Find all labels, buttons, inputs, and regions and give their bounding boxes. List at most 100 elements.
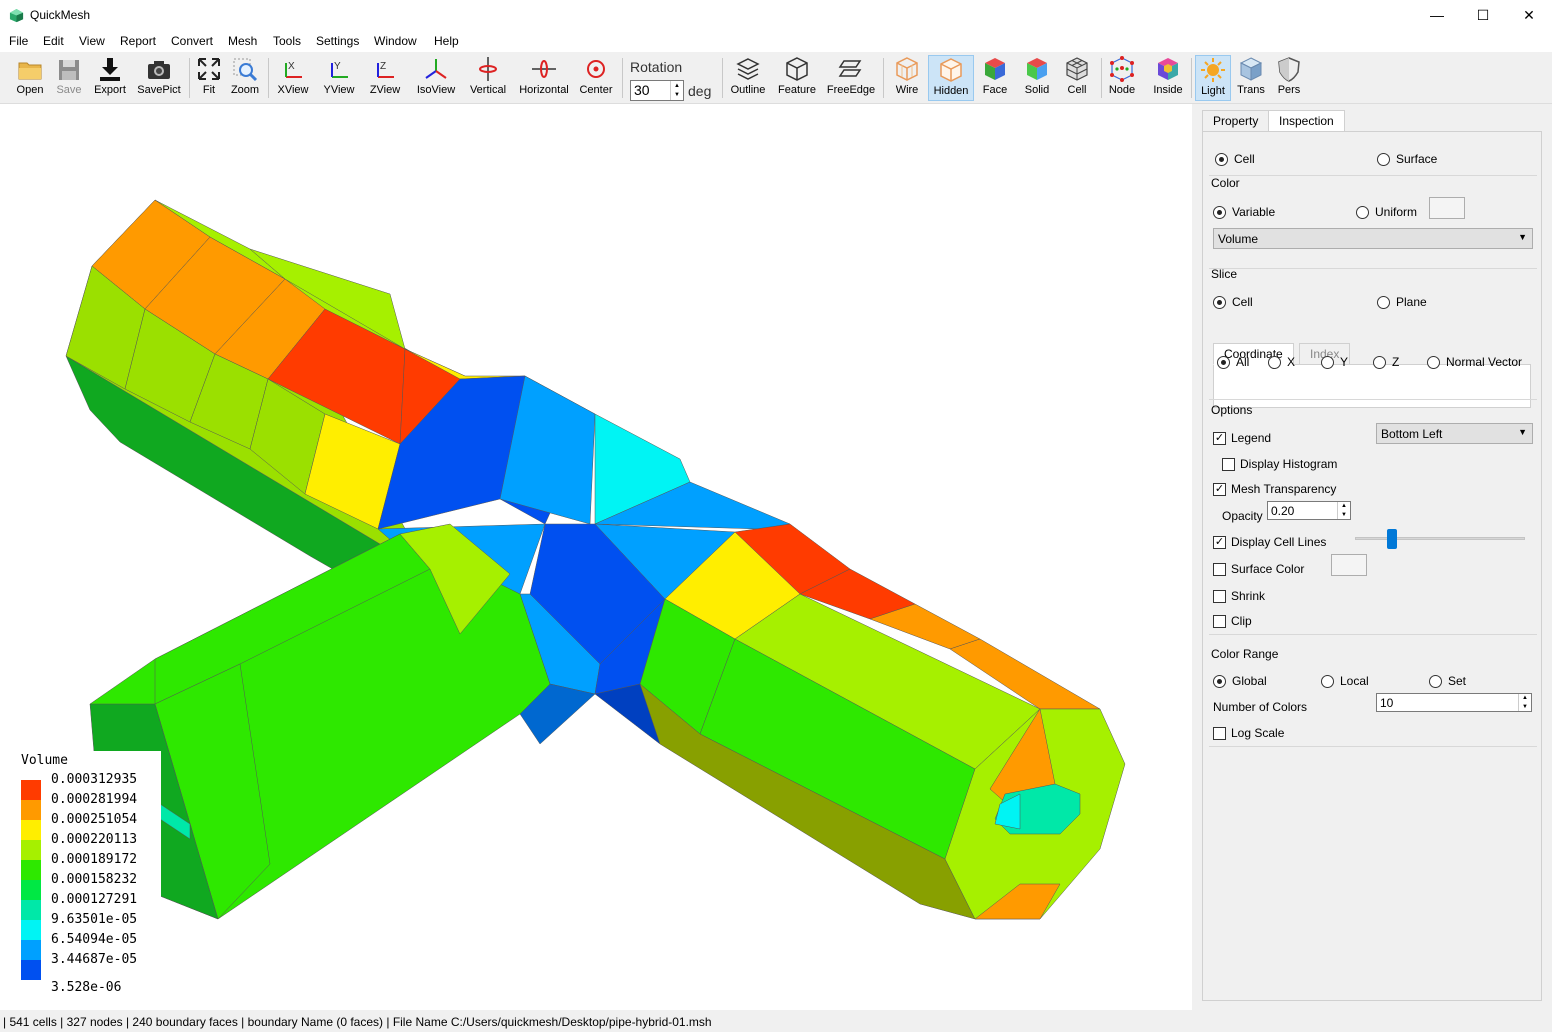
face-cube-icon bbox=[985, 58, 1005, 80]
light-button[interactable]: Light bbox=[1195, 55, 1231, 101]
maximize-button[interactable]: ☐ bbox=[1460, 0, 1506, 30]
color-group-title: Color bbox=[1211, 176, 1240, 190]
fit-button[interactable]: Fit bbox=[196, 55, 222, 101]
freeedge-button[interactable]: FreeEdge bbox=[826, 55, 876, 101]
inside-button[interactable]: Inside bbox=[1150, 55, 1186, 101]
tab-inspection[interactable]: Inspection bbox=[1268, 110, 1345, 132]
legend-checkbox[interactable]: ✓ Legend bbox=[1213, 431, 1271, 445]
transparent-cube-icon bbox=[1239, 57, 1263, 81]
opacity-spinner[interactable]: ▲ ▼ bbox=[1337, 502, 1350, 519]
export-button[interactable]: Export bbox=[92, 55, 128, 101]
range-local-radio[interactable]: Local bbox=[1321, 674, 1369, 688]
face-button[interactable]: Face bbox=[980, 55, 1010, 101]
legend-position-select[interactable]: Bottom Left ▼ bbox=[1376, 423, 1533, 444]
spin-up-icon: ▲ bbox=[1522, 695, 1528, 702]
minimize-button[interactable]: — bbox=[1414, 0, 1460, 30]
target-surface-radio[interactable]: Surface bbox=[1377, 152, 1437, 166]
camera-icon bbox=[148, 61, 170, 79]
color-uniform-radio[interactable]: Uniform bbox=[1356, 205, 1417, 219]
color-legend: Volume 0.000312935 0.000281994 0.000251054… bbox=[17, 751, 161, 999]
surface-color-checkbox[interactable]: Surface Color bbox=[1213, 562, 1304, 576]
rotation-label: Rotation bbox=[630, 59, 683, 75]
center-button[interactable]: Center bbox=[576, 55, 616, 101]
hidden-line-cube-icon bbox=[940, 58, 962, 82]
tab-property[interactable]: Property bbox=[1202, 110, 1270, 132]
isoview-button[interactable]: IsoView bbox=[414, 55, 458, 101]
legend-value: 9.63501e-05 bbox=[51, 912, 138, 927]
xview-button[interactable]: X XView bbox=[276, 55, 310, 101]
num-colors-spinner[interactable]: ▲ ▼ bbox=[1518, 694, 1531, 711]
zoom-button[interactable]: Zoom bbox=[230, 55, 260, 101]
horizontal-rotate-icon bbox=[532, 60, 556, 78]
inspection-panel: Property Inspection Cell Surface Color V… bbox=[1200, 104, 1552, 1010]
toolbar-separator bbox=[622, 58, 623, 98]
vertical-rotate-button[interactable]: Vertical bbox=[466, 55, 510, 101]
save-button[interactable]: Save bbox=[52, 55, 86, 101]
menu-mesh[interactable]: Mesh bbox=[228, 34, 257, 48]
rotation-spinner[interactable]: ▲ ▼ bbox=[670, 81, 683, 100]
num-colors-input[interactable]: 10 ▲ ▼ bbox=[1376, 693, 1532, 712]
range-set-radio[interactable]: Set bbox=[1429, 674, 1466, 688]
coord-z-radio[interactable]: Z bbox=[1373, 355, 1399, 369]
svg-text:X: X bbox=[288, 61, 295, 72]
fit-view-icon bbox=[198, 58, 220, 80]
range-global-radio[interactable]: Global bbox=[1213, 674, 1267, 688]
feature-button[interactable]: Feature bbox=[776, 55, 818, 101]
yview-button[interactable]: Y YView bbox=[322, 55, 356, 101]
solid-button[interactable]: Solid bbox=[1022, 55, 1052, 101]
node-button[interactable]: Node bbox=[1106, 55, 1138, 101]
surface-color-button[interactable] bbox=[1331, 554, 1367, 576]
color-variable-select[interactable]: Volume ▼ bbox=[1213, 228, 1533, 249]
mesh-render[interactable] bbox=[0, 104, 1192, 1010]
legend-value: 0.000127291 bbox=[51, 892, 138, 907]
splitter[interactable] bbox=[1192, 104, 1200, 1010]
display-cell-lines-checkbox[interactable]: ✓ Display Cell Lines bbox=[1213, 535, 1326, 549]
menu-tools[interactable]: Tools bbox=[273, 34, 301, 48]
free-edge-icon bbox=[838, 60, 862, 77]
menu-report[interactable]: Report bbox=[120, 34, 156, 48]
cell-button[interactable]: Cell bbox=[1062, 55, 1092, 101]
menu-edit[interactable]: Edit bbox=[43, 34, 64, 48]
menu-file[interactable]: File bbox=[9, 34, 28, 48]
slice-plane-radio[interactable]: Plane bbox=[1377, 295, 1427, 309]
coord-y-radio[interactable]: Y bbox=[1321, 355, 1348, 369]
display-histogram-checkbox[interactable]: Display Histogram bbox=[1222, 457, 1337, 471]
zview-button[interactable]: Z ZView bbox=[368, 55, 402, 101]
opacity-slider-thumb[interactable] bbox=[1387, 529, 1397, 549]
3d-viewport[interactable]: Volume 0.000312935 0.000281994 0.000251054… bbox=[0, 104, 1192, 1010]
rotation-value: 30 bbox=[634, 82, 650, 98]
shrink-checkbox[interactable]: Shrink bbox=[1213, 589, 1265, 603]
rotation-input[interactable]: 30 ▲ ▼ bbox=[630, 80, 684, 101]
slice-cell-radio[interactable]: Cell bbox=[1213, 295, 1253, 309]
wire-button[interactable]: Wire bbox=[890, 55, 924, 101]
menu-view[interactable]: View bbox=[79, 34, 105, 48]
menu-window[interactable]: Window bbox=[374, 34, 417, 48]
uniform-color-button[interactable] bbox=[1429, 197, 1465, 219]
hidden-button[interactable]: Hidden bbox=[928, 55, 974, 101]
open-button[interactable]: Open bbox=[12, 55, 48, 101]
color-variable-radio[interactable]: Variable bbox=[1213, 205, 1275, 219]
log-scale-checkbox[interactable]: Log Scale bbox=[1213, 726, 1284, 740]
target-cell-radio[interactable]: Cell bbox=[1215, 152, 1255, 166]
coord-all-radio[interactable]: All bbox=[1217, 355, 1249, 369]
outline-button[interactable]: Outline bbox=[728, 55, 768, 101]
trans-button[interactable]: Trans bbox=[1235, 55, 1267, 101]
horizontal-rotate-button[interactable]: Horizontal bbox=[516, 55, 572, 101]
menu-settings[interactable]: Settings bbox=[316, 34, 359, 48]
savepict-button[interactable]: SavePict bbox=[136, 55, 182, 101]
slice-group-title: Slice bbox=[1211, 267, 1238, 281]
menu-convert[interactable]: Convert bbox=[171, 34, 213, 48]
folder-icon bbox=[18, 62, 42, 80]
close-button[interactable]: ✕ bbox=[1506, 0, 1552, 30]
menu-help[interactable]: Help bbox=[434, 34, 459, 48]
legend-title: Volume bbox=[21, 753, 68, 768]
toolbar-separator bbox=[1191, 58, 1192, 98]
coord-normal-vector-radio[interactable]: Normal Vector bbox=[1427, 355, 1522, 369]
pers-button[interactable]: Pers bbox=[1274, 55, 1304, 101]
opacity-input[interactable]: 0.20 ▲ ▼ bbox=[1267, 501, 1351, 520]
clip-checkbox[interactable]: Clip bbox=[1213, 614, 1252, 628]
coord-x-radio[interactable]: X bbox=[1268, 355, 1295, 369]
opacity-slider-track[interactable] bbox=[1355, 537, 1525, 540]
dropdown-arrow-icon: ▼ bbox=[1518, 232, 1527, 242]
mesh-transparency-checkbox[interactable]: ✓ Mesh Transparency bbox=[1213, 482, 1336, 496]
